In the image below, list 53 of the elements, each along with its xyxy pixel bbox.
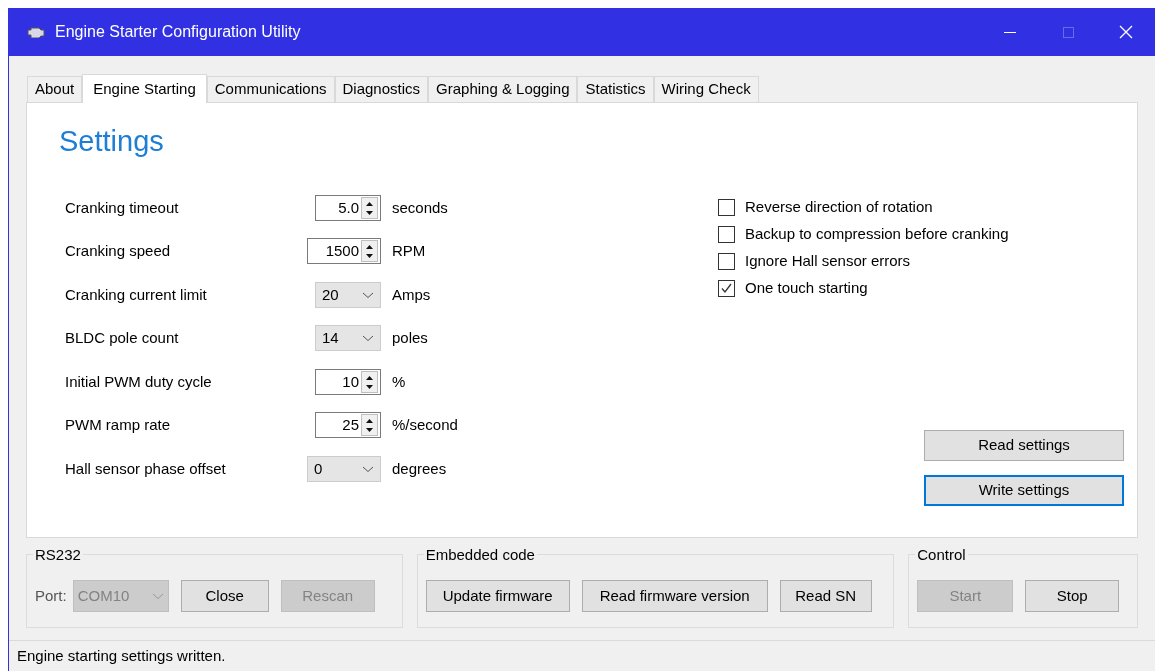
checkbox[interactable] [718,226,735,243]
group-button[interactable]: Read SN [779,580,872,612]
settings-button[interactable]: Write settings [924,475,1124,506]
chevron-down-icon [362,290,374,299]
spinner-field[interactable]: 25 [315,412,381,439]
group-button[interactable]: Stop [1025,580,1120,612]
group-button[interactable]: Close [180,580,269,612]
port-label: Port: [35,585,67,606]
tab[interactable]: Statistics [577,76,654,102]
tab[interactable]: Engine Starting [82,74,207,103]
spinner-field[interactable]: 1500 [307,238,381,265]
checkbox[interactable] [718,253,735,270]
dropdown-field[interactable]: 0 [307,455,381,482]
field-label: PWM ramp rate [65,415,171,435]
tab[interactable]: Communications [206,76,335,102]
unit-label: RPM [392,241,426,261]
checkbox[interactable] [718,280,735,297]
checkbox-label: One touch starting [745,278,868,299]
tab[interactable]: Diagnostics [334,76,429,102]
tab[interactable]: Graphing & Logging [428,76,578,102]
unit-label: Amps [392,284,431,305]
field-label: Hall sensor phase offset [65,458,227,479]
checkbox-label: Ignore Hall sensor errors [745,251,911,272]
field-label: Cranking timeout [65,197,180,218]
unit-label: seconds [392,197,448,218]
tab[interactable]: Wiring Check [653,76,759,102]
dropdown-field[interactable]: 20 [315,281,381,308]
field-label: Initial PWM duty cycle [65,371,213,392]
settings-button[interactable]: Read settings [924,430,1124,461]
field-label: Cranking current limit [65,284,208,305]
chevron-down-icon [362,334,374,343]
group-button[interactable]: Read firmware version [581,580,768,612]
field-label: Cranking speed [65,241,172,261]
field-label: BLDC pole count [65,328,180,348]
group-button[interactable]: Update firmware [425,580,570,612]
engine-icon [27,26,45,38]
checkbox-label: Reverse direction of rotation [745,197,933,218]
spinner-field[interactable]: 10 [315,368,381,395]
window-title: Engine Starter Configuration Utility [55,22,301,42]
chevron-down-icon [362,464,374,473]
spinner-field[interactable]: 5.0 [315,194,381,221]
close-icon [1119,25,1133,39]
section-heading: Settings [59,127,164,156]
unit-label: %/second [392,415,458,435]
chevron-down-icon [151,592,164,600]
checkbox[interactable] [718,199,735,216]
unit-label: % [392,371,406,392]
tab[interactable]: About [27,76,83,102]
unit-label: poles [392,328,428,348]
dropdown-field[interactable]: 14 [315,325,381,352]
checkbox-label: Backup to compression before cranking [745,224,1009,245]
status-text: Engine starting settings written. [17,645,226,666]
unit-label: degrees [392,458,447,479]
